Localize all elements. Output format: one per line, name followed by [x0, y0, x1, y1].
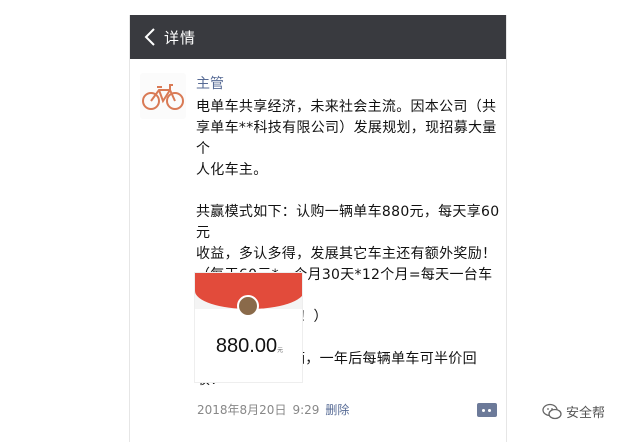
- paragraph: 电单车共享经济，未来社会主流。因本公司（共 享单车**科技有限公司）发展规划，现…: [196, 97, 501, 181]
- bicycle-icon: [142, 84, 184, 110]
- post-date: 2018年8月20日: [197, 403, 287, 417]
- text-line: 人化车主。: [196, 162, 268, 178]
- payment-amount: 880.00元: [195, 335, 302, 358]
- post-meta: 2018年8月20日 9:29 删除: [197, 401, 349, 418]
- back-button[interactable]: 详情: [130, 15, 196, 59]
- payee-avatar: [237, 295, 259, 317]
- moment-detail-screen: 详情 主管 电单车共享经济，未来社会主流。因本公司（共 享单车**科技有限公司）…: [129, 15, 507, 442]
- avatar[interactable]: [140, 73, 186, 119]
- delete-link[interactable]: 删除: [325, 403, 349, 417]
- text-line: 收益，多认多得，发展其它车主还有额外奖励！: [196, 246, 497, 262]
- comment-icon[interactable]: [477, 403, 497, 417]
- post-time: 9:29: [292, 403, 320, 417]
- watermark-text: 安全帮: [566, 406, 606, 421]
- page-title: 详情: [164, 28, 197, 47]
- text-line: 电单车共享经济，未来社会主流。因本公司（共: [196, 99, 497, 115]
- author-name[interactable]: 主管: [196, 73, 224, 93]
- navbar: 详情: [130, 15, 506, 59]
- wechat-icon: [542, 403, 562, 419]
- text-line: 享单车**科技有限公司）发展规划，现招募大量个: [196, 120, 497, 157]
- amount-currency: 元: [277, 348, 284, 354]
- watermark: 安全帮: [542, 402, 605, 421]
- payment-screenshot-image[interactable]: 880.00元: [194, 272, 303, 383]
- amount-value: 880.00: [215, 335, 278, 357]
- chevron-left-icon: [144, 28, 155, 46]
- text-line: 共赢模式如下：认购一辆单车880元，每天享60元: [196, 204, 500, 241]
